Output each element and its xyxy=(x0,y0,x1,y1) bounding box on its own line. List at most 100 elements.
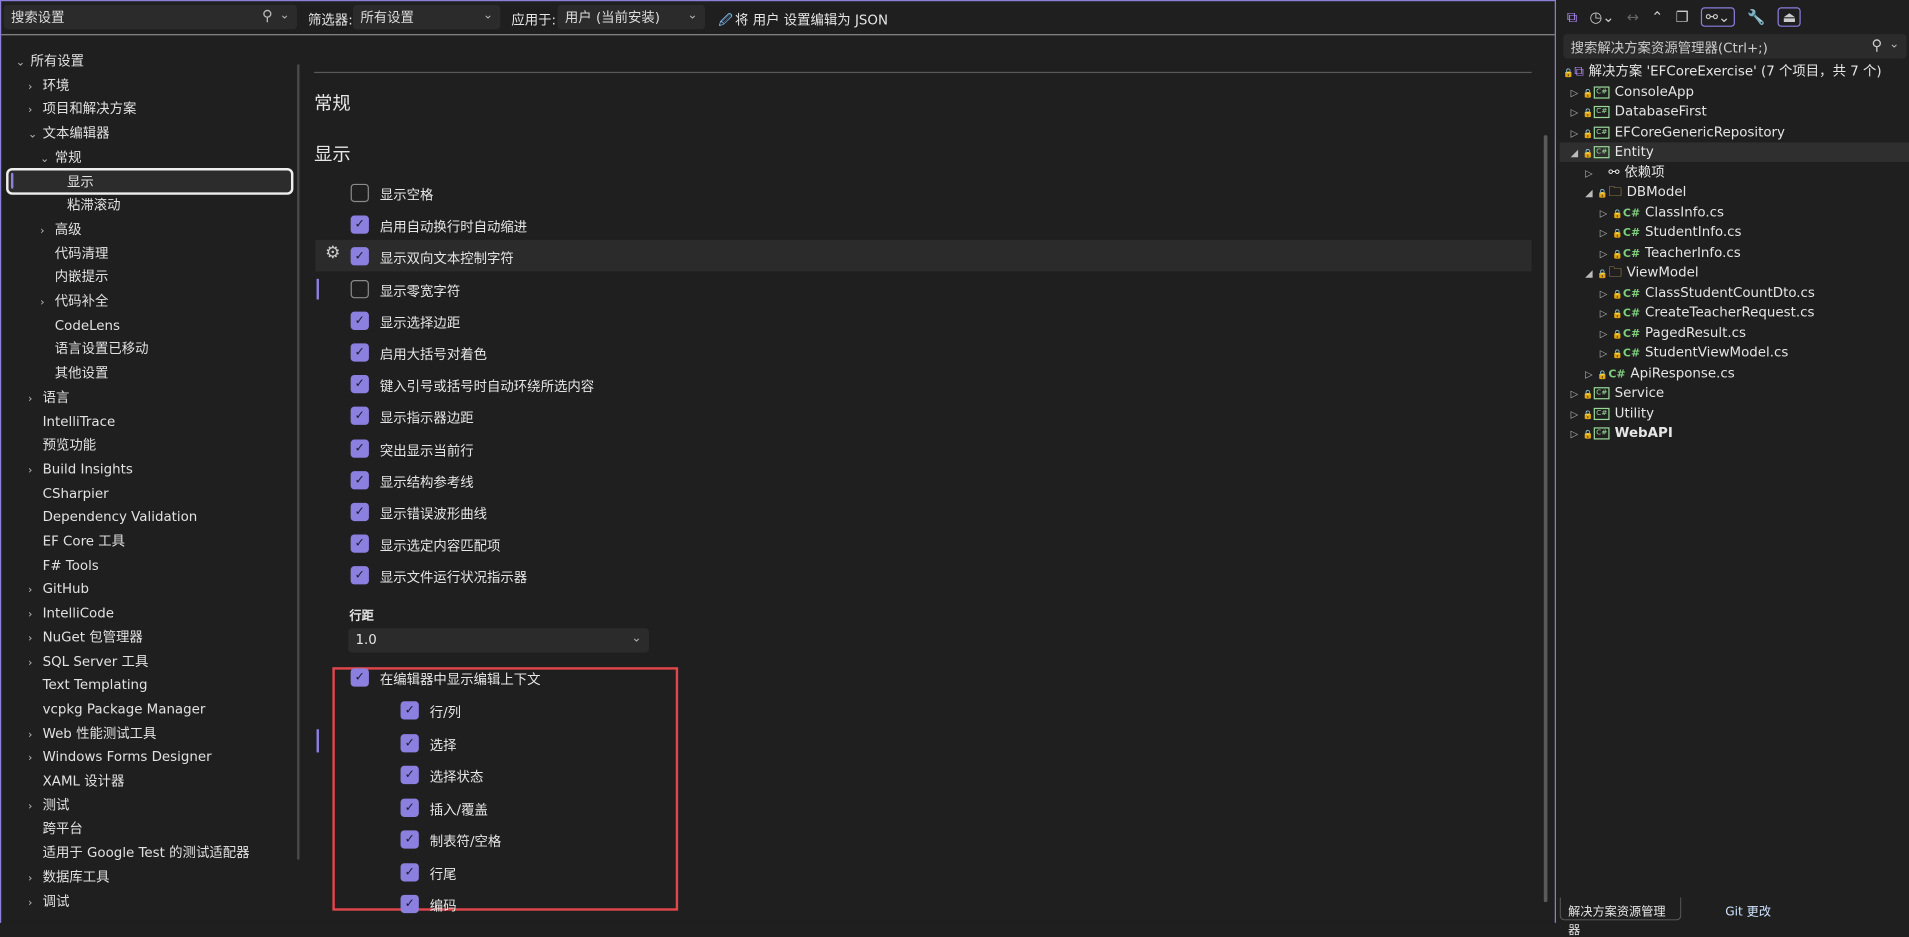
solution-tree-item[interactable]: ◢ 🔒🗀 ViewModel xyxy=(1560,263,1909,282)
checkbox[interactable]: ✓ xyxy=(350,534,369,553)
collapsed-triangle-icon[interactable]: ▷ xyxy=(1571,124,1583,143)
collapsed-triangle-icon[interactable]: ▷ xyxy=(1585,164,1597,183)
solution-tree-item[interactable]: ▷ 🔒C# StudentViewModel.cs xyxy=(1560,343,1909,362)
solution-tree-item[interactable]: ▷ 🔒 C# Service xyxy=(1560,384,1909,403)
chevron-down-icon[interactable]: ⌄ xyxy=(280,9,290,22)
nav-item[interactable]: EF Core 工具 xyxy=(28,530,125,553)
checkbox[interactable]: ✓ xyxy=(350,311,369,330)
apply-dropdown[interactable]: 用户 (当前安装) ⌄ xyxy=(557,4,705,30)
nav-item[interactable]: F# Tools xyxy=(28,554,99,577)
solution-tree-item[interactable]: ▷ 🔒C# StudentInfo.cs xyxy=(1560,223,1909,242)
chevron-right-icon[interactable]: › xyxy=(28,892,43,915)
checkbox[interactable]: ✓ xyxy=(400,798,419,817)
nav-item[interactable]: ⌄ 所有设置 xyxy=(16,50,84,73)
nav-item[interactable]: XAML 设计器 xyxy=(28,769,125,792)
chevron-right-icon[interactable]: › xyxy=(28,748,43,771)
collapsed-triangle-icon[interactable]: ▷ xyxy=(1600,284,1612,303)
solution-tree-item[interactable]: ◢ 🔒🗀 DBModel xyxy=(1560,183,1909,202)
nav-item[interactable]: ⌄ 常规 xyxy=(40,146,81,169)
nav-item[interactable]: 适用于 Google Test 的测试适配器 xyxy=(28,841,250,864)
collapsed-triangle-icon[interactable]: ▷ xyxy=(1600,224,1612,243)
solution-tree-item[interactable]: ▷ 🔒C# ClassInfo.cs xyxy=(1560,203,1909,222)
checkbox[interactable]: ✓ xyxy=(400,733,419,752)
collapsed-triangle-icon[interactable]: ▷ xyxy=(1571,103,1583,122)
solution-tree-item[interactable]: ▷ 🔒 C# ConsoleApp xyxy=(1560,82,1909,101)
vs-switch-views-icon[interactable]: ⧉ xyxy=(1567,8,1577,26)
search-icon[interactable]: ⚲ xyxy=(1872,37,1883,54)
solution-tree-item[interactable]: ▷ 🔒 C# DatabaseFirst xyxy=(1560,102,1909,121)
chevron-right-icon[interactable]: › xyxy=(28,580,43,603)
chevron-right-icon[interactable]: › xyxy=(28,388,43,411)
chevron-right-icon[interactable]: › xyxy=(28,460,43,483)
nav-item[interactable]: 代码清理 xyxy=(40,242,109,265)
nav-item[interactable]: 语言设置已移动 xyxy=(40,338,149,361)
checkbox[interactable]: ✓ xyxy=(350,439,369,458)
checkbox[interactable]: ✓ xyxy=(350,566,369,585)
sync-icon[interactable]: ↔ xyxy=(1627,9,1639,26)
line-spacing-dropdown[interactable]: 1.0 ⌄ xyxy=(348,628,649,653)
copy-icon[interactable]: ❐ xyxy=(1676,9,1689,26)
chevron-right-icon[interactable]: › xyxy=(40,220,55,243)
edit-json-link[interactable]: 🖉 将 用户 设置编辑为 JSON xyxy=(718,10,888,33)
nav-item[interactable]: › 环境 xyxy=(28,74,69,97)
checkbox[interactable] xyxy=(350,279,369,298)
chevron-right-icon[interactable]: › xyxy=(28,652,43,675)
nav-item[interactable]: › Windows Forms Designer xyxy=(28,745,212,768)
collapsed-triangle-icon[interactable]: ▷ xyxy=(1571,83,1583,102)
chevron-down-icon[interactable]: ⌄ xyxy=(1889,38,1899,51)
solution-tree-item[interactable]: ▷ ⚯ 依赖项 xyxy=(1560,163,1909,182)
collapsed-triangle-icon[interactable]: ▷ xyxy=(1600,345,1612,364)
nav-item[interactable]: › NuGet 包管理器 xyxy=(28,626,143,649)
nav-item[interactable]: CodeLens xyxy=(40,314,120,337)
nav-item[interactable]: › 高级 xyxy=(40,218,81,241)
chevron-right-icon[interactable]: › xyxy=(28,796,43,819)
collapsed-triangle-icon[interactable]: ▷ xyxy=(1571,425,1583,444)
checkbox[interactable]: ✓ xyxy=(350,668,369,687)
checkbox[interactable]: ✓ xyxy=(400,894,419,914)
nav-item[interactable]: › 语言 xyxy=(28,386,69,409)
settings-search-input[interactable]: 搜索设置 ⚲ ⌄ xyxy=(3,4,298,30)
checkbox[interactable]: ✓ xyxy=(400,862,419,881)
checkbox[interactable]: ✓ xyxy=(400,830,419,849)
search-icon[interactable]: ⚲ xyxy=(262,7,273,24)
nav-item[interactable]: 显示 xyxy=(52,170,94,193)
nav-item[interactable]: › SQL Server 工具 xyxy=(28,650,148,673)
nav-item[interactable]: › 数据库工具 xyxy=(28,865,110,888)
tab-git-changes[interactable]: Git 更改 xyxy=(1725,901,1771,919)
solution-tree-item[interactable]: ▷ 🔒 C# EFCoreGenericRepository xyxy=(1560,122,1909,141)
main-scrollbar[interactable] xyxy=(1543,135,1548,903)
nav-item[interactable]: IntelliTrace xyxy=(28,410,116,433)
nav-item[interactable]: › 调试 xyxy=(28,889,69,912)
solution-tree-item[interactable]: ▷ 🔒C# PagedResult.cs xyxy=(1560,323,1909,342)
chevron-right-icon[interactable]: › xyxy=(40,292,55,315)
nav-item[interactable]: 其他设置 xyxy=(40,362,109,385)
expanded-triangle-icon[interactable]: ◢ xyxy=(1585,184,1597,203)
nav-item[interactable]: 粘滞滚动 xyxy=(52,194,121,217)
collapsed-triangle-icon[interactable]: ▷ xyxy=(1571,385,1583,404)
nav-item[interactable]: 跨平台 xyxy=(28,817,83,840)
checkbox[interactable]: ✓ xyxy=(350,215,369,234)
solution-tree-item[interactable]: ▷ 🔒C# CreateTeacherRequest.cs xyxy=(1560,303,1909,322)
checkbox[interactable]: ✓ xyxy=(350,247,369,266)
collapsed-triangle-icon[interactable]: ▷ xyxy=(1585,365,1597,384)
solution-tree-item[interactable]: ▷ 🔒 C# WebAPI xyxy=(1560,424,1909,443)
nav-scrollbar[interactable] xyxy=(297,64,300,860)
nav-item[interactable]: 内嵌提示 xyxy=(40,266,109,289)
checkbox[interactable]: ✓ xyxy=(400,701,419,720)
nav-item[interactable]: CSharpier xyxy=(28,482,109,505)
preview-icon[interactable]: ⏏ xyxy=(1777,7,1802,27)
expanded-triangle-icon[interactable]: ◢ xyxy=(1585,264,1597,283)
checkbox[interactable]: ✓ xyxy=(350,375,369,394)
collapsed-triangle-icon[interactable]: ▷ xyxy=(1600,304,1612,323)
filter-dropdown[interactable]: 所有设置 ⌄ xyxy=(353,4,501,30)
solution-tree-item[interactable]: ▷ 🔒 C# Utility xyxy=(1560,404,1909,423)
nav-item[interactable]: vcpkg Package Manager xyxy=(28,697,206,720)
collapsed-triangle-icon[interactable]: ▷ xyxy=(1600,324,1612,343)
properties-wrench-icon[interactable]: 🔧 xyxy=(1747,9,1765,26)
chevron-down-icon[interactable]: ⌄ xyxy=(16,52,31,75)
checkbox[interactable]: ✓ xyxy=(350,502,369,522)
nav-item[interactable]: ⌄ 文本编辑器 xyxy=(28,122,110,145)
nav-item[interactable]: Dependency Validation xyxy=(28,506,198,529)
solution-tree-item[interactable]: ◢ 🔒 C# Entity xyxy=(1560,142,1909,161)
chevron-right-icon[interactable]: › xyxy=(28,604,43,627)
